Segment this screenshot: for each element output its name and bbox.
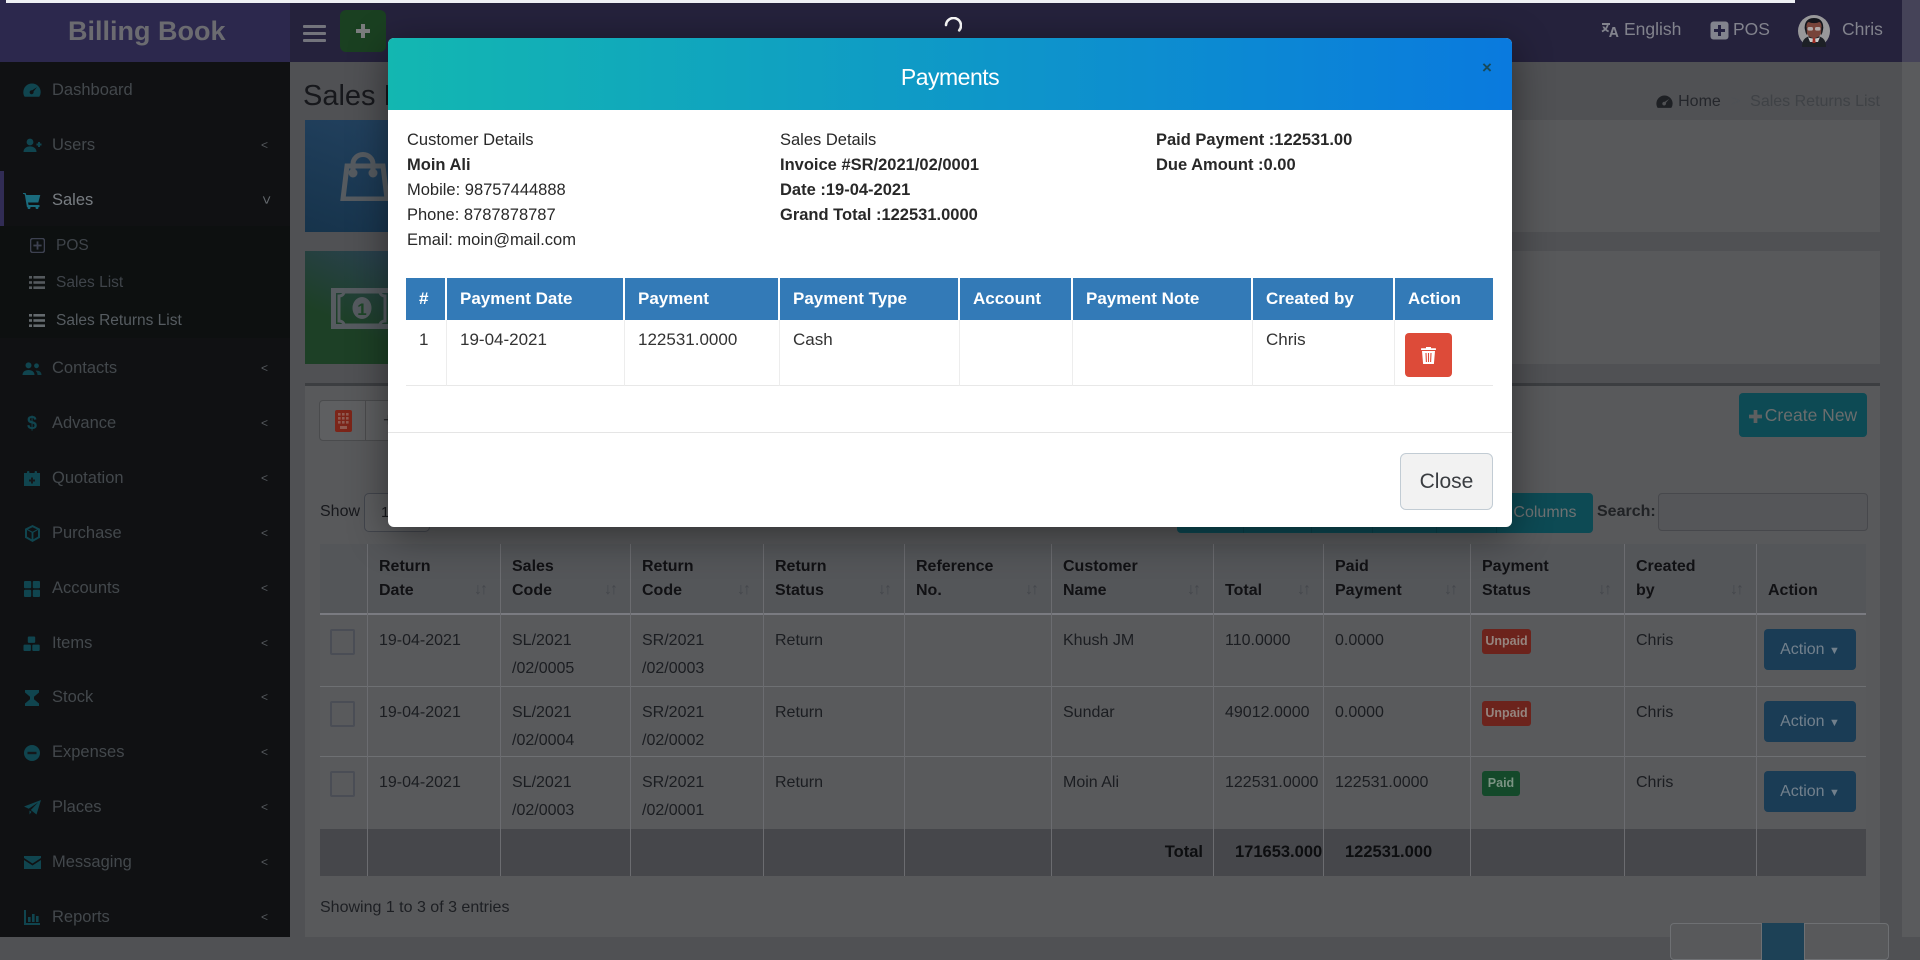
svg-text:1: 1 bbox=[357, 300, 366, 319]
